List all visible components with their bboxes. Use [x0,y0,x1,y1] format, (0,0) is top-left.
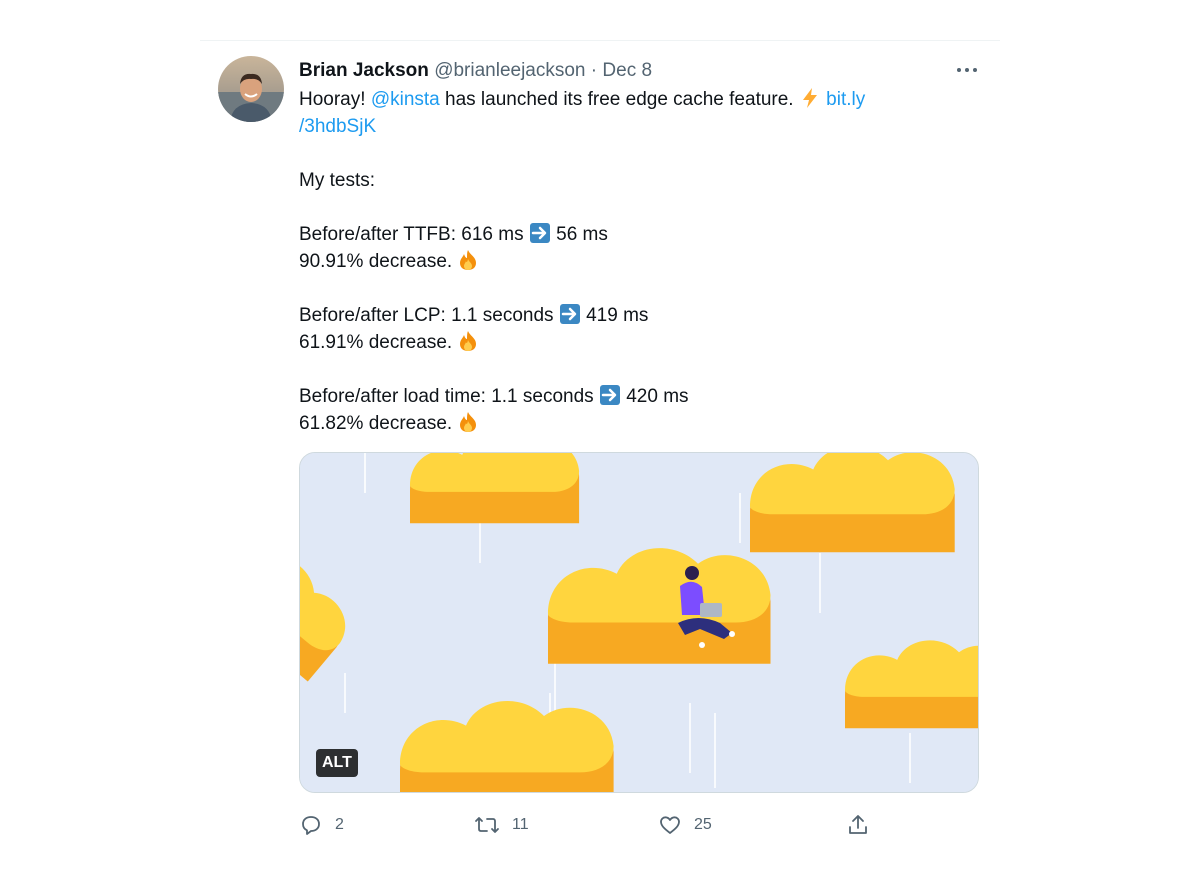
text-announcement: has launched its free edge cache feature… [439,89,799,110]
fire-emoji [457,411,479,433]
author-avatar[interactable] [218,56,284,122]
share-button[interactable] [846,808,870,842]
text-intro: Hooray! [299,89,371,110]
tweet-media-image[interactable]: ALT [299,452,979,793]
retweet-icon [474,813,500,837]
mention-link[interactable]: @kinsta [371,89,440,110]
load-before-text: Before/after load time: 1.1 seconds [299,386,594,407]
retweet-button[interactable]: 11 [474,808,529,842]
ttfb-decrease-text: 90.91% decrease. [299,251,453,272]
author-name[interactable]: Brian Jackson [299,60,429,81]
tweet-date[interactable]: Dec 8 [602,60,652,81]
more-dots-icon[interactable] [950,56,984,84]
lcp-decrease-text: 61.91% decrease. [299,332,453,353]
tweet-actions: 2 11 25 [299,808,899,842]
fire-emoji [457,330,479,352]
reply-icon [299,813,323,837]
short-link[interactable]: bit.ly [826,89,865,110]
load-decrease-text: 61.82% decrease. [299,413,453,434]
like-button[interactable]: 25 [658,808,712,842]
right-arrow-emoji [529,222,551,244]
right-arrow-emoji [599,384,621,406]
tests-heading: My tests: [299,170,376,191]
separator-dot: · [590,60,598,81]
fire-emoji [457,249,479,271]
lightning-emoji [799,87,821,109]
retweet-count: 11 [512,816,529,833]
like-count: 25 [694,816,712,833]
lcp-after-text: 419 ms [586,305,649,326]
share-icon [846,813,870,837]
top-divider [200,40,1000,41]
heart-icon [658,813,682,837]
tweet-header: Brian Jackson @brianleejackson · Dec 8 [299,58,652,84]
lcp-before-text: Before/after LCP: 1.1 seconds [299,305,554,326]
load-after-text: 420 ms [626,386,689,407]
tweet-text: Hooray! @kinsta has launched its free ed… [299,86,959,437]
short-link-path[interactable]: /3hdbSjK [299,116,376,137]
ttfb-before-text: Before/after TTFB: 616 ms [299,224,524,245]
reply-count: 2 [335,816,344,833]
author-handle[interactable]: @brianleejackson [434,60,585,81]
reply-button[interactable]: 2 [299,808,344,842]
alt-badge[interactable]: ALT [316,749,358,777]
right-arrow-emoji [559,303,581,325]
ttfb-after-text: 56 ms [556,224,608,245]
